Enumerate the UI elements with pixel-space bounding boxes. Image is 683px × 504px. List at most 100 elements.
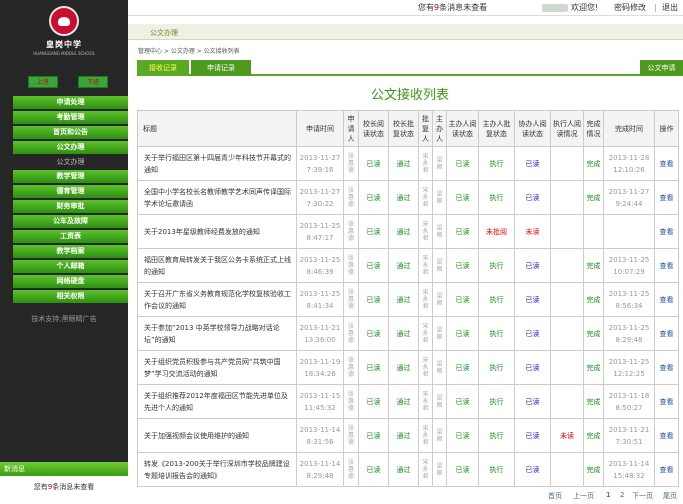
status-cell: 已读 <box>358 316 389 351</box>
status-cell: 通过 <box>388 214 419 249</box>
message-notice[interactable]: 您有9条消息未查看 <box>418 0 487 15</box>
status-cell: 已读 <box>446 180 479 215</box>
person-cell: 宋永君 <box>418 452 433 487</box>
view-link[interactable]: 查看 <box>654 214 679 249</box>
time-cell: 2013-11-27 9:24:44 <box>603 180 655 215</box>
sidebar-item-permissions[interactable]: 相关权限 <box>13 290 128 303</box>
time-cell: 2013-11-25 10:07:29 <box>603 248 655 283</box>
sidebar-item-apply[interactable]: 申请处理 <box>13 96 128 109</box>
person-name: 张惠德 <box>347 153 354 174</box>
status-cell: 已读 <box>514 418 551 453</box>
status-cell <box>550 316 584 351</box>
status-cell: 已读 <box>446 282 479 317</box>
person-name: 梁顺 <box>436 258 443 273</box>
person-cell: 宋永君 <box>418 180 433 215</box>
view-link[interactable]: 查看 <box>654 350 679 385</box>
view-link[interactable]: 查看 <box>654 452 679 487</box>
person-cell: 张惠德 <box>343 452 359 487</box>
page-2-link[interactable]: 2 <box>620 491 624 499</box>
view-link[interactable]: 查看 <box>654 146 679 181</box>
prev-page-link[interactable]: 上一页 <box>573 491 594 501</box>
person-cell: 梁顺 <box>432 384 447 419</box>
person-name: 张惠德 <box>347 255 354 276</box>
logout-link[interactable]: 退出 <box>662 0 678 15</box>
new-messages-notice[interactable]: 您有9条消息未查看 <box>0 476 128 504</box>
person-name: 梁顺 <box>436 326 443 341</box>
doc-title-cell: 关于召开广东省义务教育规范化学校复核验收工作会议的通知 <box>137 282 297 317</box>
column-header: 标题 <box>137 110 297 147</box>
view-link[interactable]: 查看 <box>654 180 679 215</box>
status-cell: 执行 <box>478 452 515 487</box>
person-cell: 张惠德 <box>343 248 359 283</box>
sidebar-item-finance[interactable]: 财务审批 <box>13 200 128 213</box>
column-header: 完成情况 <box>583 110 604 147</box>
sidebar-subitem-documents[interactable]: 公文办理 <box>13 156 128 168</box>
status-cell: 完成 <box>583 180 604 215</box>
tab-apply-records[interactable]: 申请记录 <box>191 60 251 76</box>
status-cell: 已读 <box>358 350 389 385</box>
clock-out-button[interactable]: 下班 <box>78 76 108 88</box>
person-cell: 梁顺 <box>432 418 447 453</box>
tab-documents[interactable]: 公文办理 <box>150 28 178 38</box>
status-cell: 未读 <box>514 214 551 249</box>
status-cell: 已读 <box>514 316 551 351</box>
status-cell: 执行 <box>478 180 515 215</box>
table-row: 关于召开广东省义务教育规范化学校复核验收工作会议的通知 2013-11-25 8:… <box>137 282 679 317</box>
status-cell: 通过 <box>388 418 419 453</box>
first-page-link[interactable]: 首页 <box>548 491 562 501</box>
person-cell: 宋永君 <box>418 384 433 419</box>
person-name: 宋永君 <box>422 153 429 174</box>
person-cell: 宋永君 <box>418 248 433 283</box>
person-name: 宋永君 <box>422 391 429 412</box>
next-page-link[interactable]: 下一页 <box>632 491 653 501</box>
tab-receive-records[interactable]: 接收记录 <box>137 60 189 76</box>
table-row: 关于组织推荐2012年度福田区节能先进单位及先进个人的通知 2013-11-15 … <box>137 384 679 419</box>
status-cell: 通过 <box>388 350 419 385</box>
sidebar-item-vehicles[interactable]: 公车及故障 <box>13 215 128 228</box>
person-name: 宋永君 <box>422 255 429 276</box>
sidebar-item-disk[interactable]: 网络硬盘 <box>13 275 128 288</box>
person-cell: 梁顺 <box>432 146 447 181</box>
person-cell: 梁顺 <box>432 180 447 215</box>
view-link[interactable]: 查看 <box>654 248 679 283</box>
school-logo: 皇岗中学 HUANGGANG MIDDLE SCHOOL <box>14 6 114 68</box>
sidebar-item-attendance[interactable]: 考勤管理 <box>13 111 128 124</box>
column-header: 完成时间 <box>603 110 655 147</box>
view-link[interactable]: 查看 <box>654 384 679 419</box>
view-link[interactable]: 查看 <box>654 282 679 317</box>
status-cell: 已读 <box>514 452 551 487</box>
status-cell <box>550 282 584 317</box>
status-cell: 已读 <box>514 146 551 181</box>
change-password-link[interactable]: 密码修改 <box>614 0 646 15</box>
status-cell: 执行 <box>478 350 515 385</box>
sidebar-menu: 申请处理 考勤管理 首页和公告 公文办理 公文办理 教学管理 德育管理 财务审批… <box>13 96 128 305</box>
doc-title-cell: 福田区教育局转发关于我区公务卡系统正式上线的通知 <box>137 248 297 283</box>
sidebar-item-mail[interactable]: 个人邮箱 <box>13 260 128 273</box>
person-name: 张惠德 <box>347 459 354 480</box>
tech-support: 技术支持:黑眼睛广告 <box>31 315 97 323</box>
time-cell: 2013-11-19 18:34:26 <box>296 350 344 385</box>
person-name: 宋永君 <box>422 221 429 242</box>
sidebar-item-homepage[interactable]: 首页和公告 <box>13 126 128 139</box>
sidebar-item-documents[interactable]: 公文办理 <box>13 141 128 154</box>
status-cell <box>550 452 584 487</box>
sidebar-item-teaching[interactable]: 教学管理 <box>13 170 128 183</box>
person-cell: 宋永君 <box>418 282 433 317</box>
person-name: 张惠德 <box>347 187 354 208</box>
sidebar-item-moral[interactable]: 德育管理 <box>13 185 128 198</box>
new-document-button[interactable]: 公文申请 <box>640 60 683 76</box>
status-cell: 已读 <box>446 350 479 385</box>
sidebar-item-archive[interactable]: 教学档案 <box>13 245 128 258</box>
doc-title-cell: 关于参加“2013 中英学校领导力战略对话论坛”的通知 <box>137 316 297 351</box>
page-1-link[interactable]: 1 <box>606 491 610 499</box>
clock-buttons: 上班 下班 <box>28 76 108 88</box>
status-cell: 已读 <box>446 146 479 181</box>
view-link[interactable]: 查看 <box>654 316 679 351</box>
clock-in-button[interactable]: 上班 <box>28 76 58 88</box>
last-page-link[interactable]: 尾页 <box>663 491 677 501</box>
sidebar-item-salary[interactable]: 工资表 <box>13 230 128 243</box>
view-link[interactable]: 查看 <box>654 418 679 453</box>
status-cell: 已读 <box>446 418 479 453</box>
time-cell: 2013-11-14 8:29:48 <box>296 452 344 487</box>
status-cell: 通过 <box>388 316 419 351</box>
